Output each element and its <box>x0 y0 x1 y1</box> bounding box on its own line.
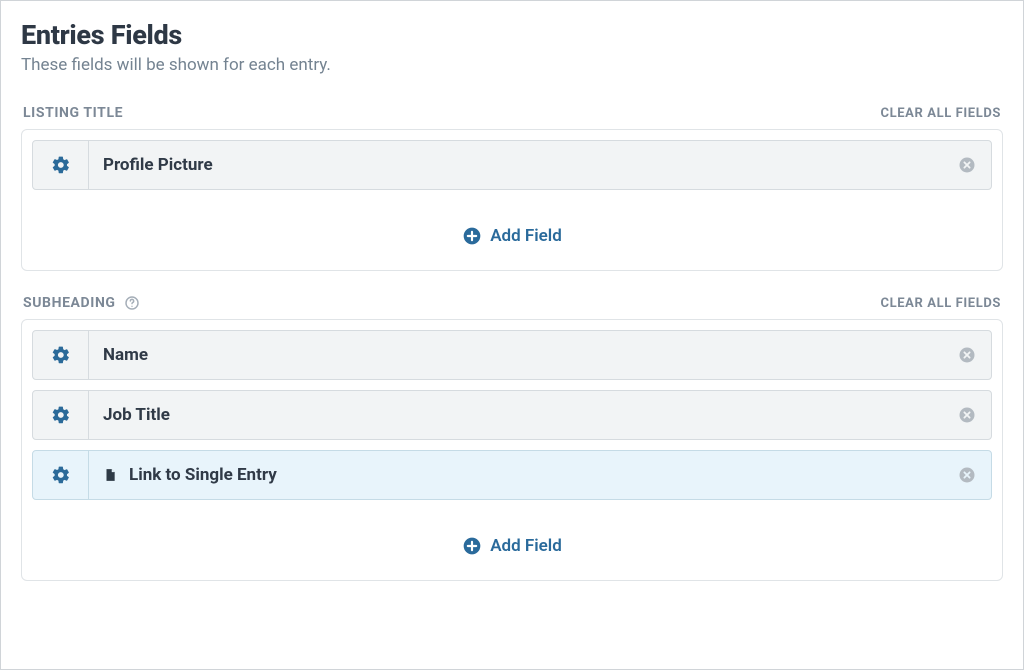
plus-circle-icon <box>462 226 482 246</box>
remove-field-button[interactable] <box>943 391 991 439</box>
clear-all-fields-listing-title[interactable]: CLEAR ALL FIELDS <box>880 106 1001 121</box>
subheading-label: SUBHEADING <box>23 295 116 311</box>
field-settings-button[interactable] <box>33 141 89 189</box>
field-settings-button[interactable] <box>33 331 89 379</box>
page-title: Entries Fields <box>21 19 1003 51</box>
field-label: Name <box>89 345 943 365</box>
entries-fields-page: Entries Fields These fields will be show… <box>0 0 1024 670</box>
field-row[interactable]: Profile Picture <box>32 140 992 190</box>
remove-field-button[interactable] <box>943 451 991 499</box>
remove-field-button[interactable] <box>943 141 991 189</box>
file-icon <box>103 465 119 485</box>
gear-icon <box>51 345 71 365</box>
close-icon <box>958 466 976 484</box>
listing-title-panel: Profile Picture Add Field <box>21 129 1003 271</box>
subheading-header: SUBHEADING CLEAR ALL FIELDS <box>21 295 1003 311</box>
field-settings-button[interactable] <box>33 391 89 439</box>
field-settings-button[interactable] <box>33 451 89 499</box>
field-label: Link to Single Entry <box>89 465 943 485</box>
close-icon <box>958 406 976 424</box>
add-field-label: Add Field <box>490 226 562 246</box>
clear-all-fields-subheading[interactable]: CLEAR ALL FIELDS <box>880 296 1001 311</box>
gear-icon <box>51 405 71 425</box>
field-row[interactable]: Job Title <box>32 390 992 440</box>
plus-circle-icon <box>462 536 482 556</box>
field-row[interactable]: Name <box>32 330 992 380</box>
close-icon <box>958 156 976 174</box>
field-label-text: Name <box>103 345 148 365</box>
add-field-label: Add Field <box>490 536 562 556</box>
field-row[interactable]: Link to Single Entry <box>32 450 992 500</box>
remove-field-button[interactable] <box>943 331 991 379</box>
close-icon <box>958 346 976 364</box>
add-field-button[interactable]: Add Field <box>32 200 992 260</box>
page-subtitle: These fields will be shown for each entr… <box>21 55 1003 75</box>
add-field-button[interactable]: Add Field <box>32 510 992 570</box>
subheading-panel: Name Job Title <box>21 319 1003 581</box>
gear-icon <box>51 155 71 175</box>
field-label-text: Link to Single Entry <box>129 465 277 485</box>
help-icon[interactable] <box>124 295 140 311</box>
field-label-text: Job Title <box>103 405 170 425</box>
listing-title-header: LISTING TITLE CLEAR ALL FIELDS <box>21 105 1003 121</box>
gear-icon <box>51 465 71 485</box>
field-label: Profile Picture <box>89 155 943 175</box>
listing-title-label: LISTING TITLE <box>23 105 123 121</box>
field-label: Job Title <box>89 405 943 425</box>
field-label-text: Profile Picture <box>103 155 213 175</box>
